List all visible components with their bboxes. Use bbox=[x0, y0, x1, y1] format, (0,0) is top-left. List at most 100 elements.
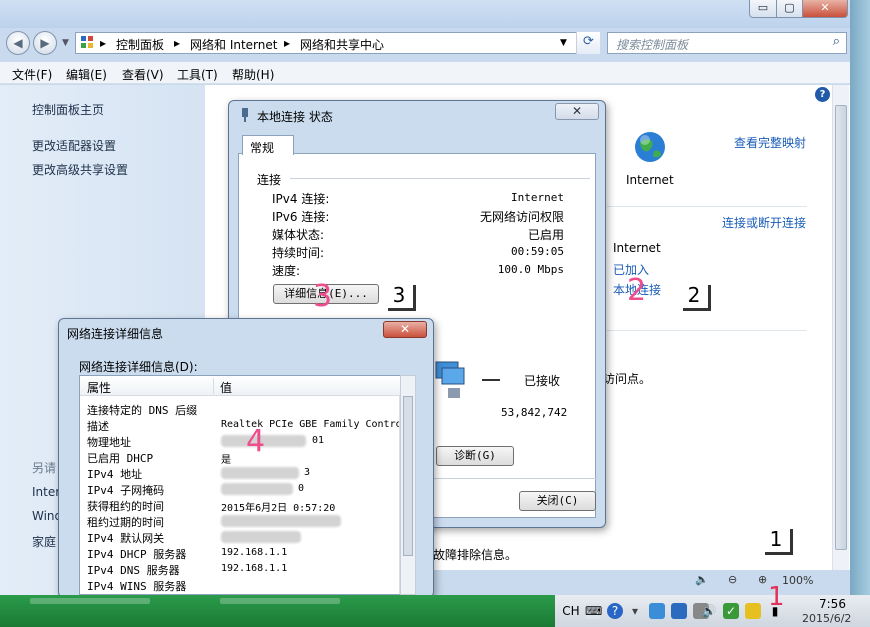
divider bbox=[607, 330, 807, 331]
scrollbar-thumb[interactable] bbox=[403, 396, 413, 556]
title-bar bbox=[0, 0, 870, 28]
desktop-edge bbox=[850, 0, 870, 595]
breadcrumb-separator-icon: ▸ bbox=[284, 36, 291, 50]
details-scrollbar[interactable] bbox=[400, 375, 416, 595]
row-property: IPv4 默认网关 bbox=[87, 532, 165, 545]
address-bar[interactable]: ▸ 控制面板 ▸ 网络和 Internet ▸ 网络和共享中心 ▼ bbox=[75, 32, 600, 54]
annotation-pink-2: 2 bbox=[627, 273, 647, 308]
zoom-out-icon[interactable]: ⊖ bbox=[728, 573, 737, 586]
vertical-scrollbar[interactable] bbox=[832, 85, 849, 570]
refresh-icon[interactable]: ⟳ bbox=[576, 32, 600, 54]
sidebar-item-change-adapter-settings[interactable]: 更改适配器设置 bbox=[32, 137, 116, 154]
zoom-level[interactable]: 100% bbox=[782, 574, 813, 587]
forward-button[interactable]: ▶ bbox=[33, 31, 57, 55]
row-property: 获得租约的时间 bbox=[87, 500, 164, 513]
scrollbar-thumb[interactable] bbox=[835, 105, 847, 550]
row-property: IPv4 地址 bbox=[87, 468, 143, 481]
ipv6-connectivity-label: IPv6 连接: bbox=[272, 210, 330, 224]
breadcrumb-network-sharing-center[interactable]: 网络和共享中心 bbox=[300, 36, 384, 53]
row-value: 2015年6月2日 0:57:20 bbox=[221, 503, 336, 514]
maximize-button[interactable]: ▢ bbox=[776, 0, 803, 18]
row-property: 已启用 DHCP bbox=[87, 452, 154, 465]
shield-icon[interactable]: ✓ bbox=[723, 603, 739, 619]
dialog-close-icon[interactable]: ✕ bbox=[383, 321, 427, 338]
taskbar-item[interactable] bbox=[220, 598, 340, 604]
diagnose-button[interactable]: 诊断(G) bbox=[436, 446, 514, 466]
address-dropdown-icon[interactable]: ▼ bbox=[560, 38, 567, 48]
media-state-value: 已启用 bbox=[527, 228, 564, 242]
sidebar-item-homegroup[interactable]: 家庭 bbox=[32, 533, 56, 550]
dialog-close-icon[interactable]: ✕ bbox=[555, 103, 599, 120]
breadcrumb-network-internet[interactable]: 网络和 Internet bbox=[190, 36, 277, 53]
row-value: 192.168.1.1 bbox=[221, 547, 288, 558]
redacted-value bbox=[221, 531, 301, 543]
close-window-button[interactable]: ✕ bbox=[802, 0, 848, 18]
search-icon[interactable]: ⌕ bbox=[833, 34, 840, 49]
access-point-text: 访问点。 bbox=[603, 372, 652, 386]
details-list[interactable]: 属性 值 连接特定的 DNS 后缀 描述 Realtek PCIe GBE Fa… bbox=[79, 375, 402, 595]
row-value: 是 bbox=[221, 455, 231, 466]
sidebar-item-control-panel-home[interactable]: 控制面板主页 bbox=[32, 101, 104, 118]
sidebar-see-also-heading: 另请 bbox=[32, 461, 57, 475]
redacted-value bbox=[221, 515, 341, 527]
menu-view[interactable]: 查看(V) bbox=[122, 66, 164, 83]
language-indicator[interactable]: CH bbox=[561, 603, 581, 619]
help-icon[interactable]: ? bbox=[607, 603, 623, 619]
network-icon[interactable] bbox=[649, 603, 665, 619]
menu-help[interactable]: 帮助(H) bbox=[232, 66, 274, 83]
annotation-badge-1: 1 bbox=[762, 526, 790, 552]
ipv4-connectivity-label: IPv4 连接: bbox=[272, 192, 330, 206]
sidebar-item-change-advanced-sharing[interactable]: 更改高级共享设置 bbox=[32, 161, 128, 178]
menu-file[interactable]: 文件(F) bbox=[12, 66, 52, 83]
redacted-value bbox=[221, 467, 299, 479]
network-activity-icon bbox=[432, 358, 468, 407]
chevron-down-icon[interactable]: ▾ bbox=[627, 603, 643, 619]
annotation-pink-1: 1 bbox=[768, 582, 785, 612]
row-value: 3 bbox=[304, 467, 311, 478]
speed-label: 速度: bbox=[272, 264, 301, 278]
help-icon[interactable]: ? bbox=[815, 87, 830, 102]
search-box[interactable]: 搜索控制面板 ⌕ bbox=[607, 32, 847, 54]
clock-time[interactable]: 7:56 bbox=[819, 597, 846, 611]
row-property: 描述 bbox=[87, 420, 109, 433]
action-center-icon[interactable] bbox=[671, 603, 687, 619]
view-full-map-link[interactable]: 查看完整映射 bbox=[734, 134, 806, 151]
menu-tools[interactable]: 工具(T) bbox=[177, 66, 218, 83]
history-dropdown-icon[interactable]: ▼ bbox=[62, 38, 69, 48]
close-button[interactable]: 关闭(C) bbox=[519, 491, 596, 511]
row-property: 物理地址 bbox=[87, 436, 131, 449]
row-property: 连接特定的 DNS 后缀 bbox=[87, 404, 198, 417]
row-value: 0 bbox=[298, 483, 305, 494]
breadcrumb-control-panel[interactable]: 控制面板 bbox=[116, 36, 164, 53]
received-bytes-value: 53,842,742 bbox=[501, 406, 568, 419]
annotation-pink-4: 4 bbox=[246, 424, 266, 459]
activity-line bbox=[482, 379, 500, 381]
clock-date[interactable]: 2015/6/2 bbox=[802, 612, 851, 625]
connect-disconnect-link[interactable]: 连接或断开连接 bbox=[722, 214, 806, 231]
breadcrumb-separator-icon: ▸ bbox=[100, 36, 107, 50]
zoom-in-icon[interactable]: ⊕ bbox=[758, 573, 767, 586]
row-property: 租约过期的时间 bbox=[87, 516, 164, 529]
access-type-value: Internet bbox=[613, 241, 661, 255]
annotation-badge-2: 2 bbox=[680, 282, 708, 308]
column-header-value[interactable]: 值 bbox=[220, 379, 232, 396]
network-adapter-icon bbox=[239, 107, 251, 126]
volume-icon[interactable]: 🔊 bbox=[701, 603, 717, 619]
search-input[interactable]: 搜索控制面板 bbox=[616, 36, 688, 53]
back-button[interactable]: ◀ bbox=[6, 31, 30, 55]
section-divider bbox=[290, 178, 590, 179]
speaker-icon: 🔈 bbox=[695, 573, 709, 586]
column-header-property[interactable]: 属性 bbox=[87, 379, 111, 396]
media-state-label: 媒体状态: bbox=[272, 228, 325, 242]
keyboard-icon[interactable]: ⌨ bbox=[585, 603, 602, 619]
menu-edit[interactable]: 编辑(E) bbox=[66, 66, 107, 83]
breadcrumb-separator-icon: ▸ bbox=[174, 36, 181, 50]
tab-general[interactable]: 常规 bbox=[242, 135, 294, 155]
control-panel-icon bbox=[80, 35, 94, 52]
annotation-badge-3: 3 bbox=[385, 282, 413, 308]
speed-value: 100.0 Mbps bbox=[497, 263, 564, 276]
taskbar-item[interactable] bbox=[30, 598, 150, 604]
qq-icon[interactable] bbox=[745, 603, 761, 619]
sidebar-item-internet-options[interactable]: Inter bbox=[32, 485, 60, 499]
minimize-button[interactable]: ▭ bbox=[749, 0, 777, 18]
